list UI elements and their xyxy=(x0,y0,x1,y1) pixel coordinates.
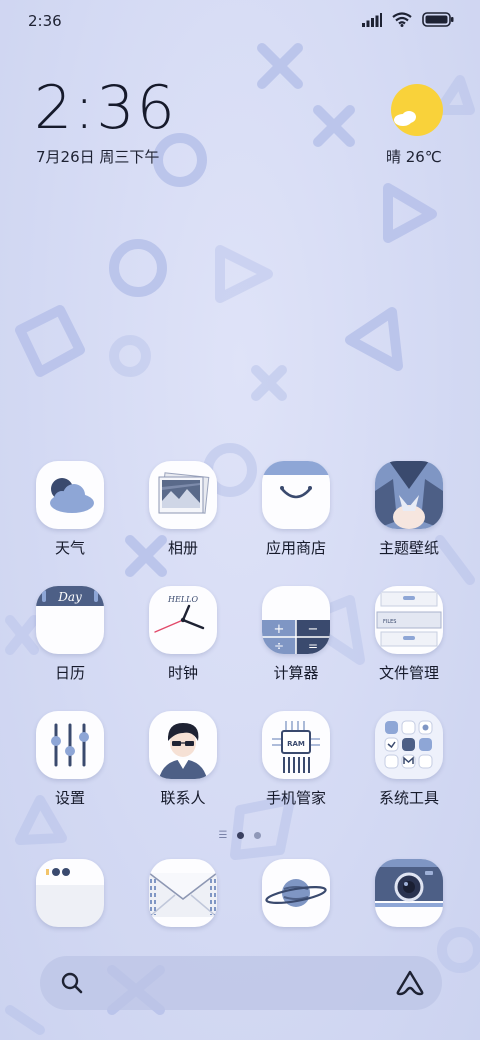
dock-camera[interactable] xyxy=(364,859,454,927)
app-label: 计算器 xyxy=(273,664,319,682)
settings-sliders-icon[interactable] xyxy=(36,711,104,779)
app-label: 主题壁纸 xyxy=(378,539,439,557)
dock-browser[interactable] xyxy=(251,859,341,927)
app-label: 相册 xyxy=(167,539,198,557)
app-system-tools-folder[interactable]: 系统工具 xyxy=(364,711,454,808)
phone-dialer-icon[interactable] xyxy=(36,859,104,927)
messages-envelope-icon[interactable] xyxy=(149,859,217,927)
app-label: 手机管家 xyxy=(265,789,326,807)
app-clock[interactable]: HELLO 时钟 xyxy=(138,586,228,683)
camera-icon[interactable] xyxy=(375,859,443,927)
status-time: 2:36 xyxy=(28,12,62,30)
status-icons xyxy=(362,12,454,27)
contacts-avatar-icon[interactable] xyxy=(149,711,217,779)
calc-plus: + xyxy=(274,622,285,637)
app-label: 联系人 xyxy=(160,789,206,807)
search-icon[interactable] xyxy=(60,971,84,995)
calc-equals: = xyxy=(308,639,318,653)
app-label: 日历 xyxy=(54,664,85,682)
files-icon-text: FILES xyxy=(383,619,396,625)
themes-character-icon[interactable] xyxy=(375,461,443,529)
app-contacts[interactable]: 联系人 xyxy=(138,711,228,808)
dock-messages[interactable] xyxy=(138,859,228,927)
calc-divide: ÷ xyxy=(274,639,284,653)
status-bar: 2:36 xyxy=(0,0,480,42)
gallery-photo-icon[interactable] xyxy=(149,461,217,529)
app-label: 时钟 xyxy=(167,664,198,682)
app-calculator[interactable]: + − ÷ = 计算器 xyxy=(251,586,341,683)
app-store-bag-icon[interactable] xyxy=(262,461,330,529)
app-label: 设置 xyxy=(54,789,85,807)
search-bar[interactable] xyxy=(40,956,442,1010)
page-dot[interactable] xyxy=(254,832,262,839)
weather-cloud-icon[interactable] xyxy=(36,461,104,529)
app-label: 文件管理 xyxy=(378,664,439,682)
app-gallery[interactable]: 相册 xyxy=(138,461,228,558)
weather-text: 晴 26℃ xyxy=(386,148,442,166)
battery-icon xyxy=(422,12,454,27)
wifi-icon xyxy=(392,12,412,27)
app-themes[interactable]: 主题壁纸 xyxy=(364,461,454,558)
dock-phone[interactable] xyxy=(25,859,115,927)
calculator-icon[interactable]: + − ÷ = xyxy=(262,586,330,654)
app-label: 应用商店 xyxy=(265,539,326,557)
calc-minus: − xyxy=(308,622,319,637)
signal-icon xyxy=(362,12,382,27)
system-tools-folder-icon[interactable] xyxy=(375,711,443,779)
app-store[interactable]: 应用商店 xyxy=(251,461,341,558)
app-drawer-lines-icon[interactable]: ☰ xyxy=(219,830,228,841)
page-indicator[interactable]: ☰ xyxy=(0,830,480,841)
app-weather[interactable]: 天气 xyxy=(25,461,115,558)
clock-widget-time[interactable]: 2:36 xyxy=(34,78,177,138)
file-cabinet-icon[interactable]: FILES xyxy=(375,586,443,654)
app-settings[interactable]: 设置 xyxy=(25,711,115,808)
app-calendar[interactable]: Day 日历 xyxy=(25,586,115,683)
app-label: 天气 xyxy=(54,539,85,557)
calendar-icon-text: Day xyxy=(57,590,82,604)
app-label: 系统工具 xyxy=(378,789,439,807)
clock-icon[interactable]: HELLO xyxy=(149,586,217,654)
security-chip-icon[interactable]: RAM xyxy=(262,711,330,779)
browser-planet-icon[interactable] xyxy=(262,859,330,927)
clock-icon-text: HELLO xyxy=(167,595,198,604)
calendar-icon[interactable]: Day xyxy=(36,586,104,654)
app-security[interactable]: RAM 手机管家 xyxy=(251,711,341,808)
page-dot-active[interactable] xyxy=(237,832,245,839)
assistant-icon[interactable] xyxy=(396,970,424,996)
ram-icon-text: RAM xyxy=(287,740,305,748)
app-files[interactable]: FILES 文件管理 xyxy=(364,586,454,683)
clock-widget-date: 7月26日 周三下午 xyxy=(36,148,160,166)
weather-sun-icon[interactable] xyxy=(391,84,443,136)
